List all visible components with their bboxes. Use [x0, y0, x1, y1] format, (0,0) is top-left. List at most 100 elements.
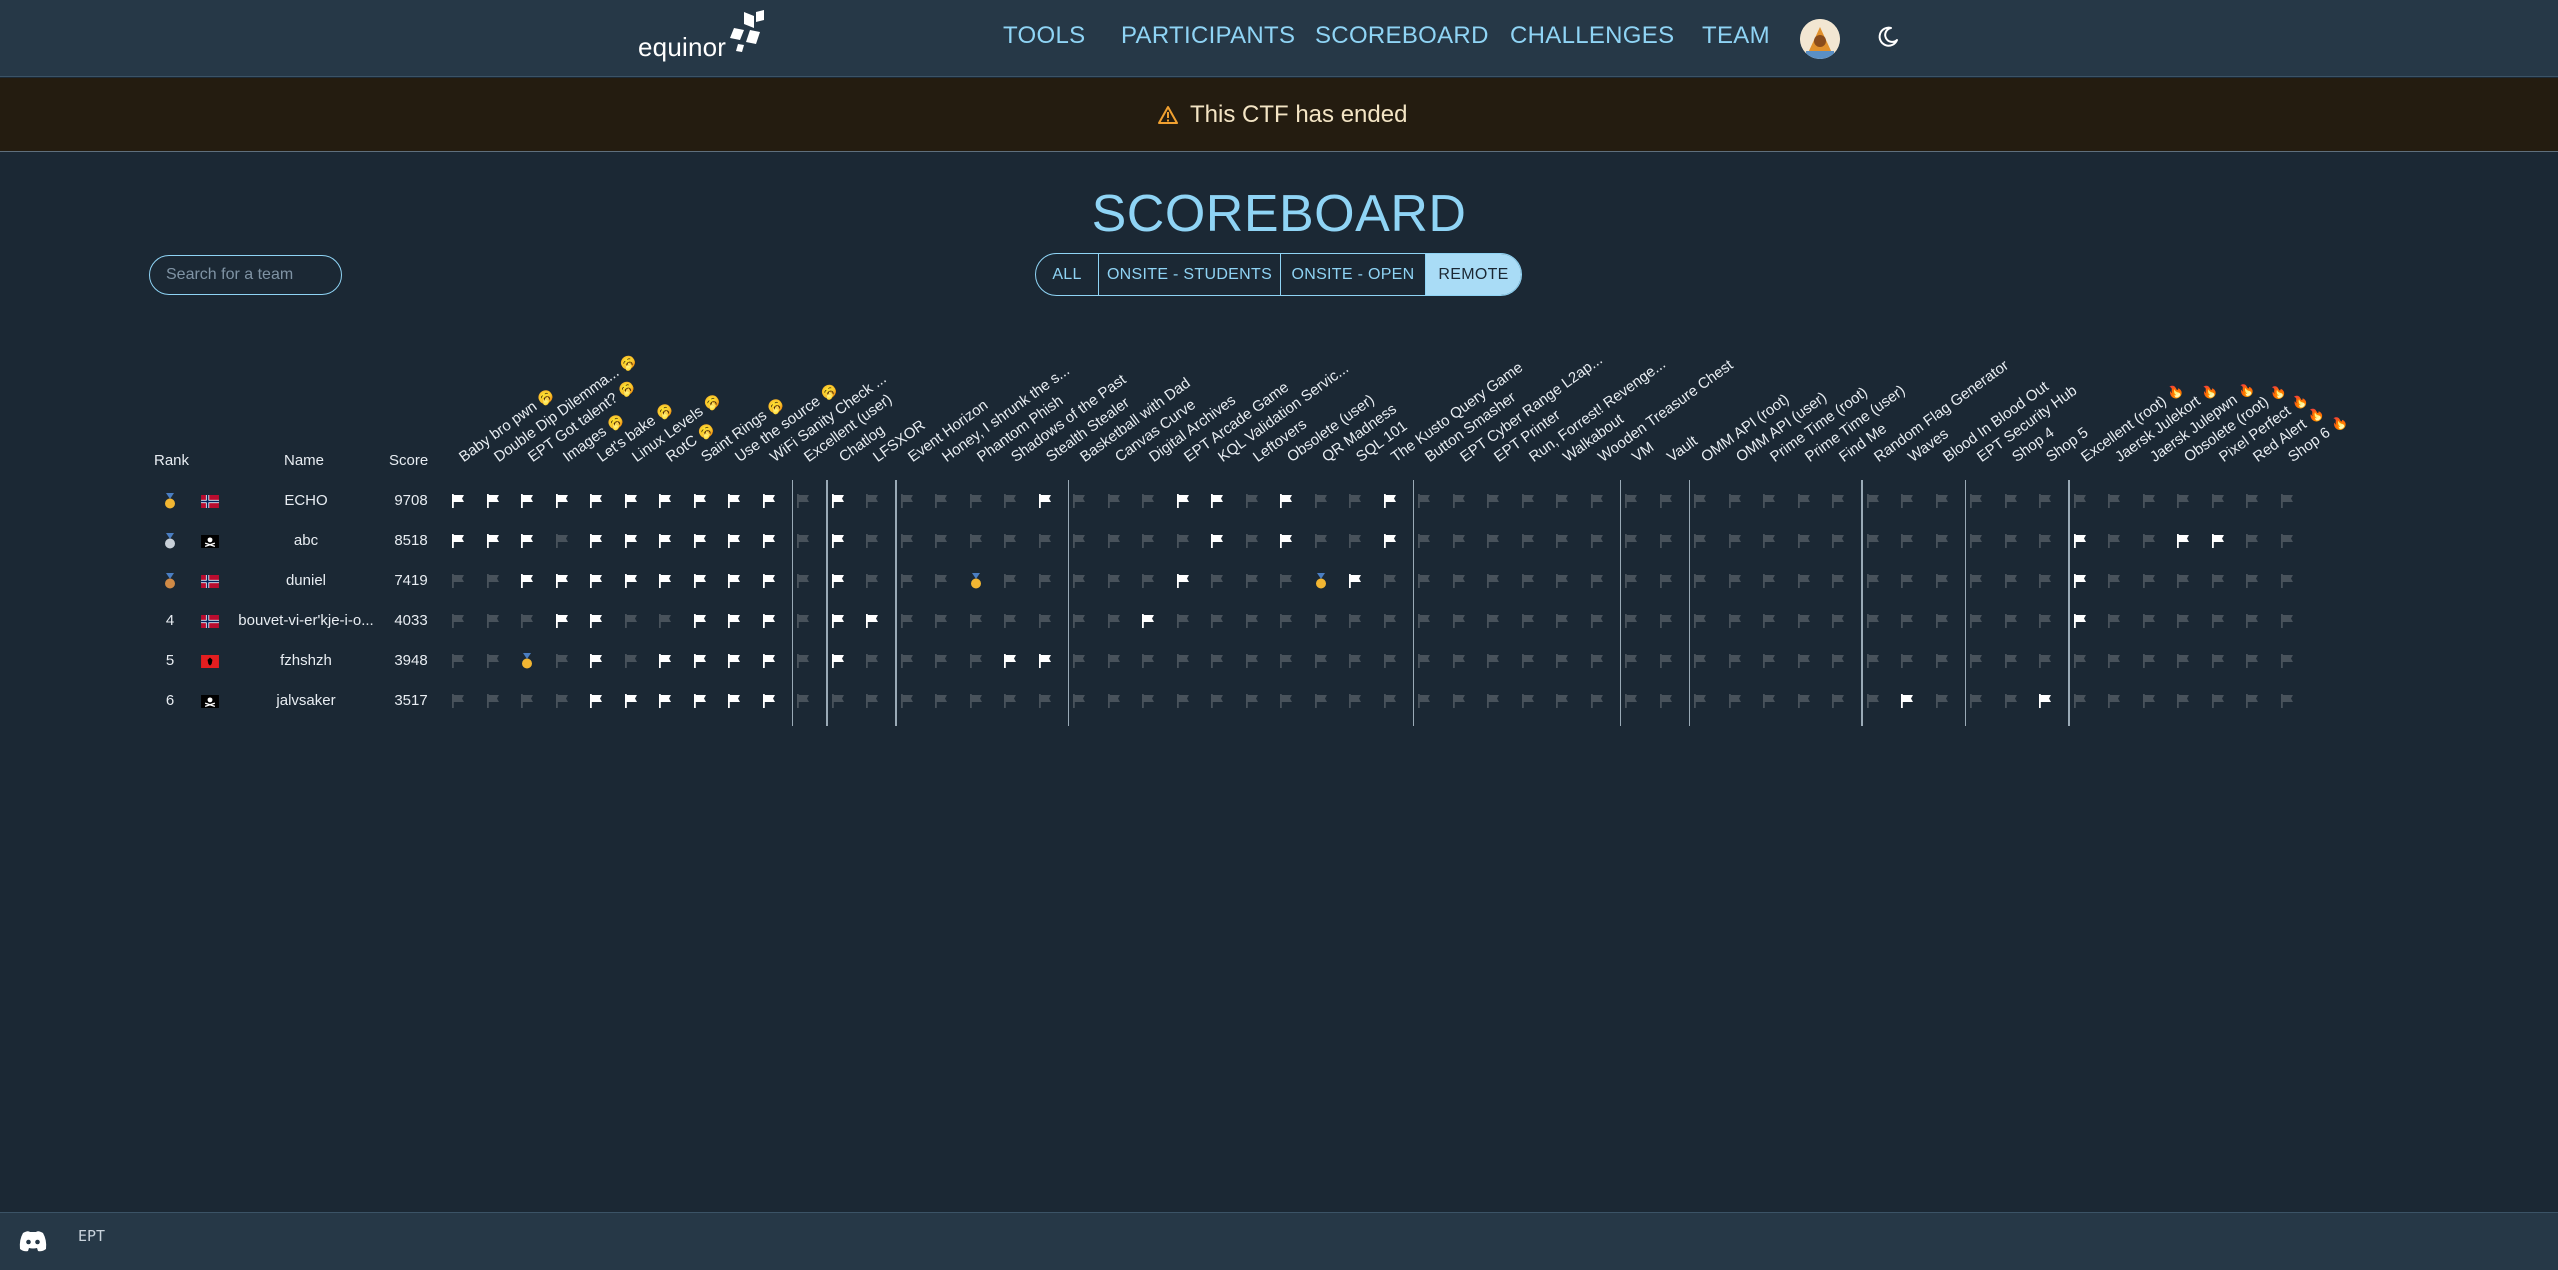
unsolved-flag-icon[interactable]	[2210, 653, 2226, 669]
solved-flag-icon[interactable]	[761, 533, 777, 549]
moon-icon[interactable]	[1876, 25, 1900, 49]
unsolved-flag-icon[interactable]	[1209, 653, 1225, 669]
unsolved-flag-icon[interactable]	[2072, 493, 2088, 509]
unsolved-flag-icon[interactable]	[1761, 653, 1777, 669]
solved-flag-icon[interactable]	[588, 533, 604, 549]
nav-tools[interactable]: TOOLS	[1003, 22, 1085, 54]
solved-flag-icon[interactable]	[830, 653, 846, 669]
unsolved-flag-icon[interactable]	[2141, 693, 2157, 709]
nav-scoreboard[interactable]: SCOREBOARD	[1315, 22, 1489, 54]
unsolved-flag-icon[interactable]	[1934, 653, 1950, 669]
unsolved-flag-icon[interactable]	[2106, 693, 2122, 709]
unsolved-flag-icon[interactable]	[864, 493, 880, 509]
unsolved-flag-icon[interactable]	[1520, 653, 1536, 669]
unsolved-flag-icon[interactable]	[2244, 573, 2260, 589]
unsolved-flag-icon[interactable]	[2210, 693, 2226, 709]
unsolved-flag-icon[interactable]	[1554, 493, 1570, 509]
unsolved-flag-icon[interactable]	[1485, 693, 1501, 709]
solved-flag-icon[interactable]	[761, 653, 777, 669]
unsolved-flag-icon[interactable]	[554, 533, 570, 549]
unsolved-flag-icon[interactable]	[1140, 533, 1156, 549]
team-name[interactable]: fzhshzh	[231, 652, 381, 669]
filter-remote[interactable]: REMOTE	[1426, 254, 1521, 295]
unsolved-flag-icon[interactable]	[1175, 613, 1191, 629]
solved-flag-icon[interactable]	[692, 693, 708, 709]
unsolved-flag-icon[interactable]	[2037, 653, 2053, 669]
unsolved-flag-icon[interactable]	[1244, 613, 1260, 629]
unsolved-flag-icon[interactable]	[2003, 613, 2019, 629]
unsolved-flag-icon[interactable]	[2106, 613, 2122, 629]
unsolved-flag-icon[interactable]	[1037, 693, 1053, 709]
unsolved-flag-icon[interactable]	[1623, 573, 1639, 589]
unsolved-flag-icon[interactable]	[1692, 573, 1708, 589]
unsolved-flag-icon[interactable]	[1554, 653, 1570, 669]
unsolved-flag-icon[interactable]	[2279, 573, 2295, 589]
unsolved-flag-icon[interactable]	[1796, 693, 1812, 709]
unsolved-flag-icon[interactable]	[2037, 573, 2053, 589]
unsolved-flag-icon[interactable]	[1485, 573, 1501, 589]
unsolved-flag-icon[interactable]	[1796, 653, 1812, 669]
unsolved-flag-icon[interactable]	[1865, 613, 1881, 629]
unsolved-flag-icon[interactable]	[2279, 613, 2295, 629]
unsolved-flag-icon[interactable]	[933, 613, 949, 629]
unsolved-flag-icon[interactable]	[795, 653, 811, 669]
unsolved-flag-icon[interactable]	[1589, 613, 1605, 629]
unsolved-flag-icon[interactable]	[1623, 693, 1639, 709]
unsolved-flag-icon[interactable]	[2141, 493, 2157, 509]
filter-onsite-students[interactable]: ONSITE - STUDENTS	[1099, 254, 1281, 295]
unsolved-flag-icon[interactable]	[1554, 693, 1570, 709]
unsolved-flag-icon[interactable]	[1416, 533, 1432, 549]
unsolved-flag-icon[interactable]	[1692, 693, 1708, 709]
solved-flag-icon[interactable]	[657, 653, 673, 669]
solved-flag-icon[interactable]	[726, 653, 742, 669]
unsolved-flag-icon[interactable]	[1727, 613, 1743, 629]
unsolved-flag-icon[interactable]	[1175, 693, 1191, 709]
unsolved-flag-icon[interactable]	[1796, 573, 1812, 589]
unsolved-flag-icon[interactable]	[1520, 613, 1536, 629]
unsolved-flag-icon[interactable]	[1451, 493, 1467, 509]
unsolved-flag-icon[interactable]	[968, 653, 984, 669]
unsolved-flag-icon[interactable]	[485, 693, 501, 709]
unsolved-flag-icon[interactable]	[1347, 693, 1363, 709]
solved-flag-icon[interactable]	[692, 533, 708, 549]
unsolved-flag-icon[interactable]	[485, 653, 501, 669]
unsolved-flag-icon[interactable]	[1313, 653, 1329, 669]
unsolved-flag-icon[interactable]	[1830, 613, 1846, 629]
solved-flag-icon[interactable]	[588, 653, 604, 669]
unsolved-flag-icon[interactable]	[450, 573, 466, 589]
unsolved-flag-icon[interactable]	[1692, 493, 1708, 509]
unsolved-flag-icon[interactable]	[1554, 573, 1570, 589]
unsolved-flag-icon[interactable]	[1106, 573, 1122, 589]
unsolved-flag-icon[interactable]	[1347, 493, 1363, 509]
unsolved-flag-icon[interactable]	[2175, 573, 2191, 589]
unsolved-flag-icon[interactable]	[1727, 493, 1743, 509]
team-name[interactable]: duniel	[231, 572, 381, 589]
unsolved-flag-icon[interactable]	[1451, 613, 1467, 629]
unsolved-flag-icon[interactable]	[1520, 573, 1536, 589]
unsolved-flag-icon[interactable]	[1244, 653, 1260, 669]
solved-flag-icon[interactable]	[761, 493, 777, 509]
unsolved-flag-icon[interactable]	[1071, 533, 1087, 549]
filter-all[interactable]: ALL	[1036, 254, 1099, 295]
unsolved-flag-icon[interactable]	[1623, 493, 1639, 509]
solved-flag-icon[interactable]	[1140, 613, 1156, 629]
ept-link[interactable]: EPT	[78, 1227, 105, 1245]
unsolved-flag-icon[interactable]	[1934, 533, 1950, 549]
unsolved-flag-icon[interactable]	[795, 693, 811, 709]
unsolved-flag-icon[interactable]	[830, 693, 846, 709]
unsolved-flag-icon[interactable]	[1037, 613, 1053, 629]
solved-flag-icon[interactable]	[1278, 493, 1294, 509]
unsolved-flag-icon[interactable]	[2141, 653, 2157, 669]
unsolved-flag-icon[interactable]	[1796, 613, 1812, 629]
unsolved-flag-icon[interactable]	[1451, 693, 1467, 709]
solved-flag-icon[interactable]	[554, 613, 570, 629]
unsolved-flag-icon[interactable]	[1002, 493, 1018, 509]
unsolved-flag-icon[interactable]	[1106, 693, 1122, 709]
unsolved-flag-icon[interactable]	[2003, 573, 2019, 589]
solved-flag-icon[interactable]	[1347, 573, 1363, 589]
unsolved-flag-icon[interactable]	[1899, 653, 1915, 669]
unsolved-flag-icon[interactable]	[1175, 533, 1191, 549]
unsolved-flag-icon[interactable]	[1727, 573, 1743, 589]
unsolved-flag-icon[interactable]	[1968, 653, 1984, 669]
team-name[interactable]: ECHO	[231, 492, 381, 509]
